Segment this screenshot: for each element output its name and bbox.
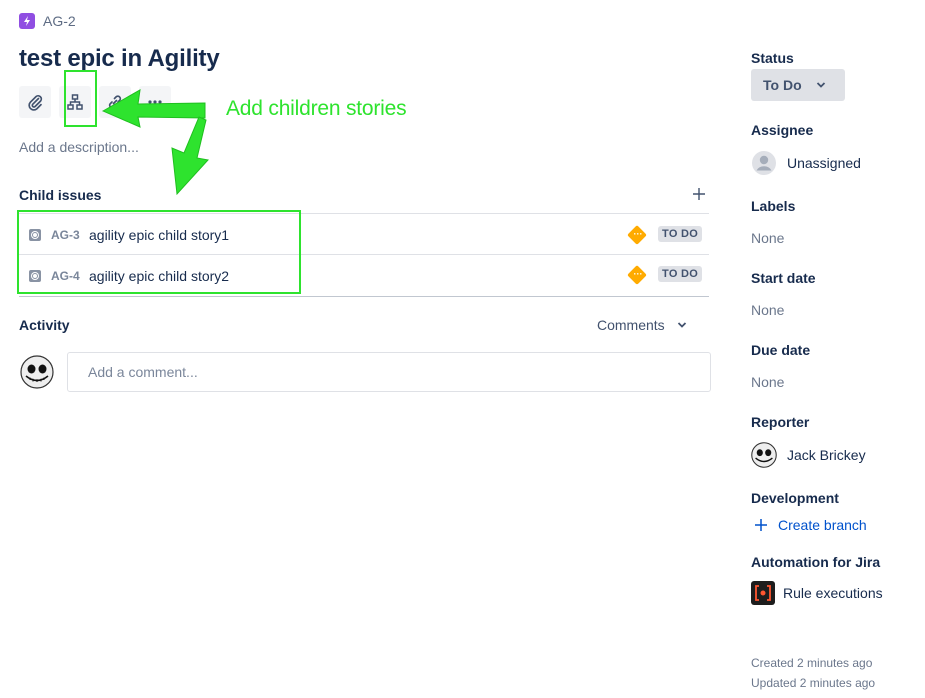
- assignee-value: Unassigned: [787, 155, 861, 171]
- status-value: To Do: [763, 77, 802, 93]
- automation-label: Automation for Jira: [751, 554, 881, 570]
- annotation-arrow-down: [171, 116, 209, 196]
- child-issues-title: Child issues: [19, 187, 102, 203]
- status-label: Status: [751, 50, 794, 66]
- updated-timestamp: Updated 2 minutes ago: [751, 676, 876, 690]
- plus-icon: [755, 519, 767, 531]
- due-date-label: Due date: [751, 342, 811, 358]
- rule-executions-link[interactable]: Rule executions: [751, 581, 883, 605]
- annotation-children-box: [17, 210, 301, 294]
- activity-title: Activity: [19, 317, 70, 333]
- annotation-text: Add children stories: [226, 97, 407, 120]
- status-dropdown[interactable]: To Do: [751, 69, 845, 101]
- reporter-value: Jack Brickey: [787, 447, 866, 463]
- reporter-label: Reporter: [751, 414, 810, 430]
- user-avatar-icon: [752, 151, 776, 175]
- labels-value[interactable]: None: [751, 229, 784, 247]
- created-timestamp: Created 2 minutes ago: [751, 656, 873, 670]
- development-label: Development: [751, 490, 839, 506]
- activity-filter-dropdown[interactable]: Comments: [597, 316, 687, 334]
- due-date-value[interactable]: None: [751, 373, 784, 391]
- start-date-label: Start date: [751, 270, 816, 286]
- status-lozenge[interactable]: TO DO: [658, 266, 703, 282]
- plus-icon: [693, 188, 705, 200]
- row-divider: [19, 296, 709, 297]
- annotation-arrow-left: [101, 89, 206, 128]
- add-child-button[interactable]: [691, 184, 707, 204]
- assignee-field[interactable]: Unassigned: [751, 150, 861, 176]
- chevron-down-icon: [677, 322, 686, 328]
- rule-executions-label: Rule executions: [783, 585, 883, 601]
- automation-icon: [751, 581, 775, 605]
- chevron-down-icon: [816, 82, 825, 88]
- avatar[interactable]: [20, 355, 54, 389]
- activity-filter-label: Comments: [597, 317, 665, 333]
- description-field[interactable]: Add a description...: [19, 138, 139, 156]
- status-lozenge[interactable]: TO DO: [658, 226, 703, 242]
- comment-input[interactable]: Add a comment...: [67, 352, 711, 392]
- reporter-field[interactable]: Jack Brickey: [751, 442, 866, 468]
- create-branch-link[interactable]: Create branch: [754, 516, 867, 534]
- assignee-label: Assignee: [751, 122, 814, 138]
- labels-label: Labels: [751, 198, 796, 214]
- avatar: [751, 442, 777, 468]
- create-branch-label: Create branch: [778, 517, 867, 533]
- start-date-value[interactable]: None: [751, 301, 784, 319]
